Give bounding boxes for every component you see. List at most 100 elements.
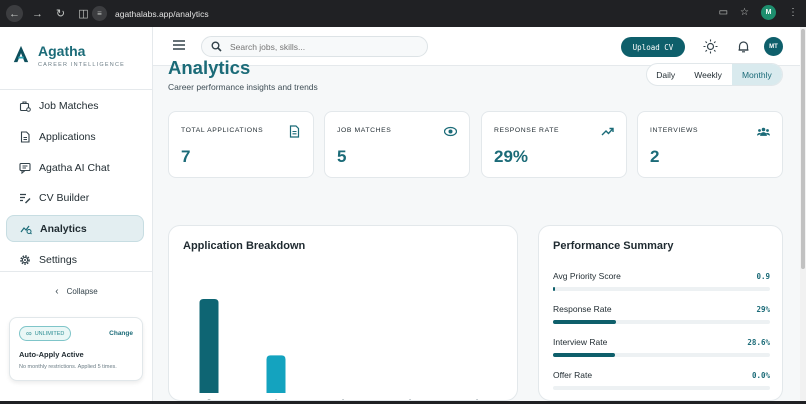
chat-icon	[18, 161, 31, 174]
performance-title: Performance Summary	[553, 240, 674, 252]
upload-cv-button[interactable]: Upload CV	[621, 37, 685, 57]
analytics-icon	[19, 222, 32, 235]
sidebar-item-label: Agatha AI Chat	[39, 161, 110, 174]
plan-badge-label: UNLIMITED	[34, 330, 65, 337]
page-subtitle: Career performance insights and trends	[168, 82, 318, 92]
sidebar-toggle-icon[interactable]: ◫	[75, 5, 92, 22]
browser-menu-icon[interactable]: ⋮	[788, 7, 798, 18]
sidebar-item-settings[interactable]: Settings	[6, 246, 144, 273]
sidebar-item-label: Settings	[39, 253, 77, 266]
page-title: Analytics	[168, 57, 251, 78]
user-avatar[interactable]: MT	[764, 37, 783, 56]
plan-card: ∞ UNLIMITED Change Auto-Apply Active No …	[9, 317, 143, 381]
period-weekly[interactable]: Weekly	[684, 64, 731, 85]
document-icon	[289, 125, 300, 138]
url-text: agathalabs.app/analytics	[115, 8, 209, 19]
sidebar-nav: Job Matches Applications Agatha AI Chat …	[6, 89, 144, 273]
brand[interactable]: Agatha CAREER INTELLIGENCE	[12, 43, 125, 68]
metric-fill	[553, 320, 616, 324]
metric-fill	[553, 287, 556, 291]
metric-label: Response Rate	[553, 304, 612, 314]
sidebar-item-agatha-ai-chat[interactable]: Agatha AI Chat	[6, 154, 144, 181]
bar-interview	[266, 355, 286, 393]
stat-label: RESPONSE RATE	[494, 127, 560, 134]
metric-track	[553, 320, 770, 324]
search-bar	[201, 36, 428, 57]
chevron-left-icon: ‹	[55, 286, 59, 297]
period-daily[interactable]: Daily	[647, 64, 684, 85]
stat-value: 29%	[494, 147, 529, 166]
search-input[interactable]	[230, 41, 410, 52]
infinity-icon: ∞	[26, 329, 32, 338]
metric-value: 0.9	[756, 272, 770, 281]
stat-value: 7	[181, 147, 191, 166]
bookmark-star-icon[interactable]: ☆	[740, 7, 749, 18]
stat-label: JOB MATCHES	[337, 127, 392, 134]
gear-icon	[18, 253, 31, 266]
trend-up-icon	[601, 127, 614, 136]
metric-label: Offer Rate	[553, 370, 593, 380]
app-window: Agatha CAREER INTELLIGENCE Job Matches A…	[0, 27, 800, 401]
sidebar-item-analytics[interactable]: Analytics	[6, 215, 144, 243]
metric-value: 28.6%	[747, 338, 770, 347]
change-plan-link[interactable]: Change	[109, 330, 133, 337]
notification-bell-icon[interactable]	[736, 39, 751, 54]
people-icon	[757, 127, 770, 136]
sidebar: Agatha CAREER INTELLIGENCE Job Matches A…	[0, 27, 153, 401]
collapse-button[interactable]: ‹ Collapse	[0, 286, 153, 297]
sidebar-item-label: CV Builder	[39, 192, 90, 205]
stat-label: TOTAL APPLICATIONS	[181, 127, 264, 134]
stat-card-total-applications: TOTAL APPLICATIONS 7	[168, 111, 314, 178]
collapse-label: Collapse	[66, 287, 98, 296]
reload-button[interactable]: ↻	[52, 5, 69, 22]
application-breakdown-chart: 5Applied2Interview0Offer0Rejected0Saved	[199, 299, 479, 400]
metric-track	[553, 353, 770, 357]
stat-value: 2	[650, 147, 660, 166]
eye-icon	[444, 126, 457, 137]
metric-fill	[553, 353, 616, 357]
browser-toolbar: ← → ↻ ◫ ≡ agathalabs.app/analytics ▭ ☆ M…	[0, 0, 806, 27]
site-info-icon[interactable]: ≡	[92, 6, 107, 21]
metric-value: 29%	[756, 305, 770, 314]
back-button[interactable]: ←	[6, 5, 23, 22]
theme-toggle-sun-icon[interactable]	[703, 39, 718, 54]
brand-name: Agatha	[38, 43, 86, 59]
stat-label: INTERVIEWS	[650, 127, 699, 134]
plan-title: Auto-Apply Active	[19, 350, 84, 359]
period-toggle: Daily Weekly Monthly	[646, 63, 783, 86]
stat-card-response-rate: RESPONSE RATE 29%	[481, 111, 627, 178]
browser-profile-avatar[interactable]: M	[761, 5, 776, 20]
sidebar-item-applications[interactable]: Applications	[6, 123, 144, 150]
stat-value: 5	[337, 147, 347, 166]
performance-summary-card: Performance Summary Avg Priority Score 0…	[538, 225, 783, 401]
document-icon	[18, 130, 31, 143]
divider	[0, 271, 153, 272]
scrollbar-thumb[interactable]	[801, 29, 805, 269]
plan-description: No monthly restrictions. Applied 5 times…	[19, 364, 117, 370]
edit-list-icon	[18, 192, 31, 205]
metric-track	[553, 386, 770, 390]
metric-label: Avg Priority Score	[553, 271, 621, 281]
period-monthly[interactable]: Monthly	[731, 64, 782, 85]
cast-icon[interactable]: ▭	[719, 7, 728, 18]
page-scrollbar[interactable]	[800, 27, 806, 401]
address-bar[interactable]: ≡ agathalabs.app/analytics	[92, 4, 784, 23]
sidebar-item-label: Analytics	[40, 222, 87, 235]
stat-card-interviews: INTERVIEWS 2	[637, 111, 783, 178]
sidebar-item-label: Applications	[39, 130, 96, 143]
application-breakdown-card: Application Breakdown 5Applied2Interview…	[168, 225, 518, 401]
search-icon	[211, 41, 222, 52]
metric-value: 0.0%	[751, 371, 770, 380]
hamburger-menu-icon[interactable]	[173, 40, 185, 50]
bar-applied	[199, 299, 219, 393]
sidebar-item-cv-builder[interactable]: CV Builder	[6, 185, 144, 212]
metric-track	[553, 287, 770, 291]
brand-tagline: CAREER INTELLIGENCE	[38, 62, 125, 68]
metric-label: Interview Rate	[553, 337, 608, 347]
sidebar-item-label: Job Matches	[39, 100, 99, 113]
stat-card-job-matches: JOB MATCHES 5	[324, 111, 470, 178]
plan-badge: ∞ UNLIMITED	[19, 326, 72, 341]
agatha-logo-icon	[13, 45, 29, 63]
sidebar-item-job-matches[interactable]: Job Matches	[6, 93, 144, 120]
forward-button[interactable]: →	[29, 5, 46, 22]
